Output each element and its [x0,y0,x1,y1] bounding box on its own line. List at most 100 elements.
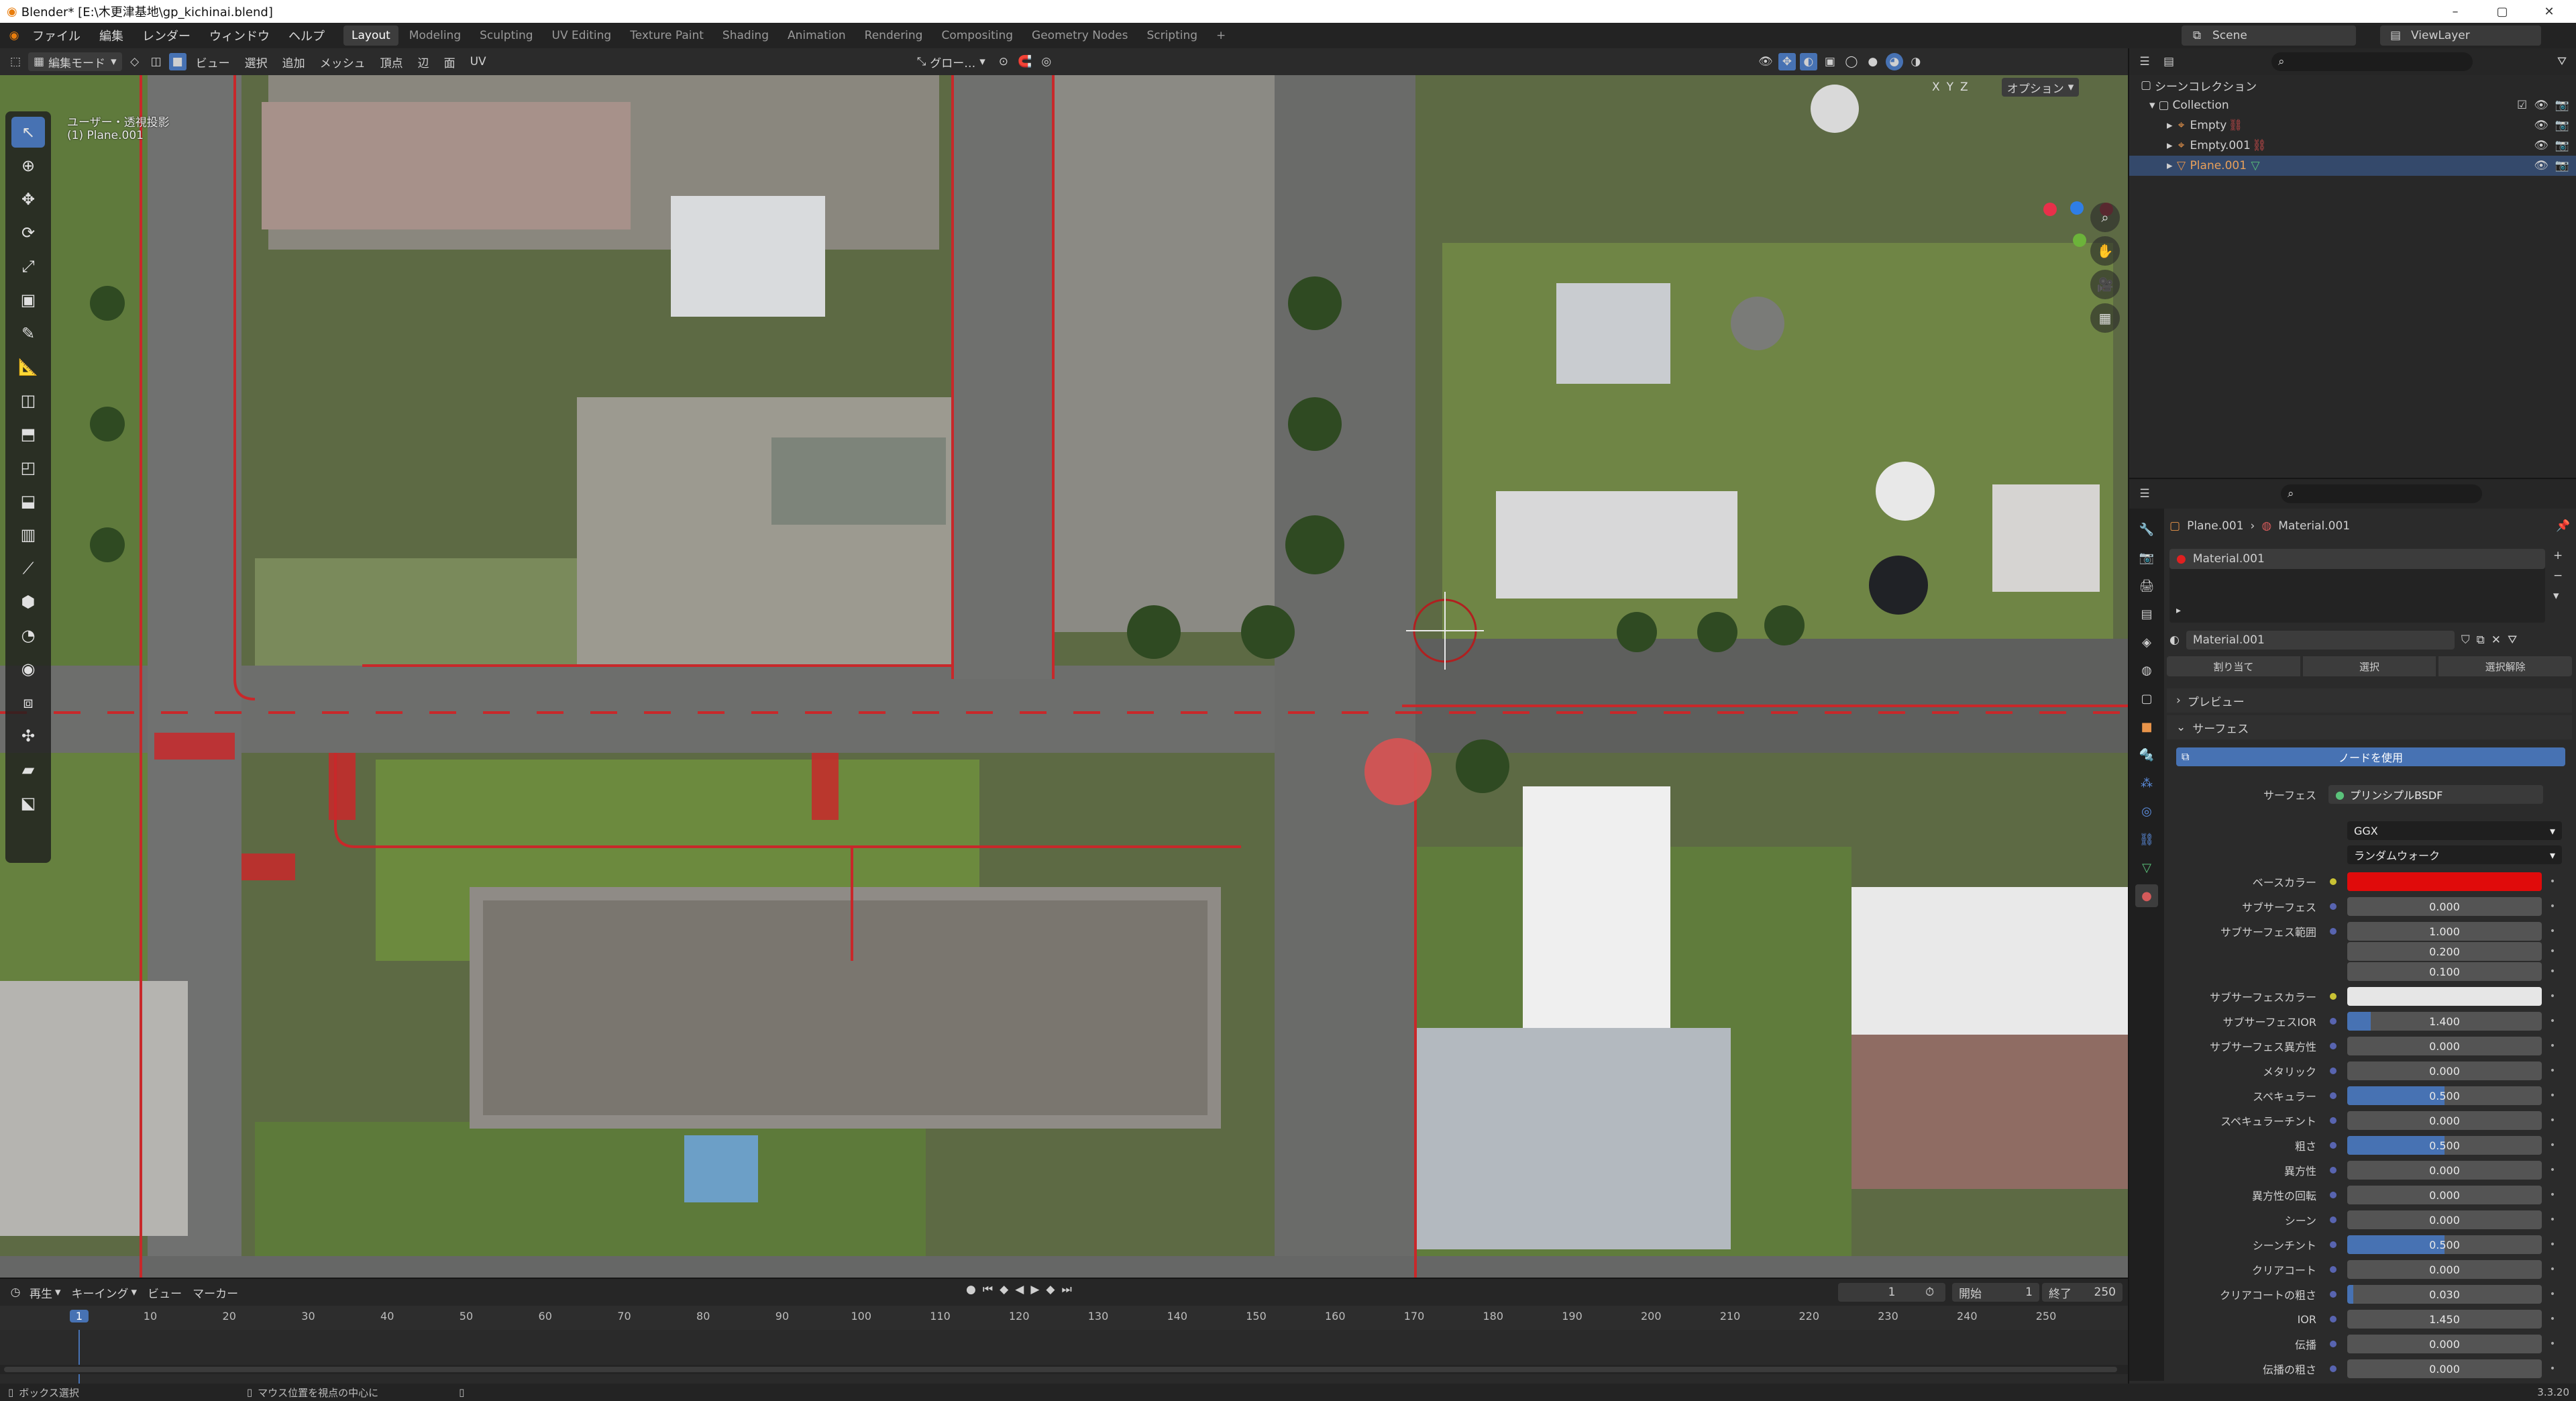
constraints-tab-icon[interactable]: ⛓ [2135,828,2158,851]
color-field[interactable] [2347,872,2542,891]
add-workspace-button[interactable]: + [1208,25,1234,46]
eye-icon[interactable]: 👁 [2534,159,2548,172]
menu-render[interactable]: レンダー [133,23,200,48]
vertex-select-icon[interactable]: ◇ [126,53,144,70]
filter-icon[interactable]: ⛛ [2553,53,2571,70]
socket-icon[interactable] [2328,1041,2338,1051]
checkbox-icon[interactable]: ☑ [2517,99,2527,112]
proportional-edit-icon[interactable]: ◎ [1038,53,1055,70]
maximize-button[interactable]: ▢ [2482,0,2522,23]
keyframe-dot-icon[interactable]: • [2547,1314,2558,1325]
start-frame-field[interactable]: 開始 1 [1952,1283,2039,1302]
stopwatch-icon[interactable]: ⏱ [1925,1286,1934,1299]
material-tab-icon[interactable]: ● [2135,884,2158,907]
socket-icon[interactable] [2328,1190,2338,1200]
keyframe-dot-icon[interactable]: • [2547,1041,2558,1051]
socket-icon[interactable] [2328,1265,2338,1274]
keyframe-dot-icon[interactable]: • [2547,1016,2558,1027]
face-select-icon[interactable]: ■ [168,53,186,70]
pin-icon[interactable]: 📌 [2556,519,2570,533]
eye-icon[interactable]: 👁 [2534,119,2548,132]
smooth-icon[interactable]: ◉ [11,654,45,684]
keyframe-dot-icon[interactable]: • [2547,1115,2558,1126]
socket-icon[interactable] [2328,1066,2338,1076]
value-slider[interactable]: 0.000 [2347,897,2542,916]
pan-hand-icon[interactable]: ✋ [2090,236,2120,266]
editor-type-icon[interactable]: ☰ [2136,485,2153,503]
clock-icon[interactable]: ◷ [7,1284,24,1301]
frame-ruler[interactable]: 1 10 20 30 40 50 60 70 80 90 100 110 120 130 140 150 160… [0,1306,2128,1330]
value-slider[interactable]: 0.000 [2347,1161,2542,1180]
value-slider[interactable]: 0.000 [2347,1061,2542,1080]
socket-icon[interactable] [2328,927,2338,936]
socket-icon[interactable] [2328,1116,2338,1125]
shrink-fatten-icon[interactable]: ✣ [11,721,45,751]
surface-panel-header[interactable]: ⌄ サーフェス [2167,715,2572,739]
play-icon[interactable]: ▶ [1030,1283,1039,1296]
options-dropdown[interactable]: オプション ▾ [2001,78,2080,97]
end-frame-field[interactable]: 終了 250 [2042,1283,2123,1302]
snap-icon[interactable]: 🧲 [1016,53,1034,70]
pivot-icon[interactable]: ⊙ [995,53,1012,70]
annotate-icon[interactable]: ✎ [11,318,45,349]
bevel-icon[interactable]: ⬓ [11,486,45,517]
play-reverse-icon[interactable]: ◀ [1015,1283,1024,1296]
keyframe-dot-icon[interactable]: • [2547,1339,2558,1349]
chevron-right-icon[interactable]: ▸ [2167,139,2173,152]
menu-mesh[interactable]: メッシュ [315,52,371,71]
playhead-line[interactable] [78,1330,80,1384]
poly-build-icon[interactable]: ⬢ [11,586,45,617]
axis-z-toggle[interactable]: Z [1960,81,1968,94]
scrollbar-thumb[interactable] [4,1367,2117,1372]
outliner-collection[interactable]: ▾ ▢ Collection ☑ 👁 📷 [2129,95,2576,115]
menu-view[interactable]: ビュー [191,52,235,71]
object-tab-icon[interactable]: ■ [2135,715,2158,738]
duplicate-icon[interactable]: ⧉ [2477,633,2485,647]
modifier-tab-icon[interactable]: 🔩 [2135,743,2158,766]
material-name-field[interactable]: Material.001 [2186,631,2455,650]
chevron-down-icon[interactable]: ▾ [2149,99,2155,112]
camera-icon[interactable]: 🎥 [2090,270,2120,299]
tab-layout[interactable]: Layout [343,25,398,46]
value-slider[interactable]: 0.000 [2347,1359,2542,1378]
rendered-shading-icon[interactable]: ◑ [1907,53,1925,70]
collection-tab-icon[interactable]: ▢ [2135,687,2158,710]
outliner-scene-collection[interactable]: ▢ シーンコレクション [2129,75,2576,95]
mode-selector[interactable]: ▦ 編集モード ▾ [28,52,122,71]
visibility-icon[interactable]: 👁 [1757,53,1774,70]
keyframe-dot-icon[interactable]: • [2547,1090,2558,1101]
gizmo-toggle-icon[interactable]: ✥ [1778,53,1796,70]
color-field[interactable] [2347,987,2542,1006]
keyframe-dot-icon[interactable]: • [2547,1289,2558,1300]
keyframe-dot-icon[interactable]: • [2547,1190,2558,1200]
transform-icon[interactable]: ▣ [11,284,45,315]
keyframe-dot-icon[interactable]: • [2547,926,2558,937]
keyframe-dot-icon[interactable]: • [2547,1214,2558,1225]
socket-icon[interactable] [2328,1017,2338,1026]
tab-modeling[interactable]: Modeling [401,25,469,46]
menu-add[interactable]: 追加 [277,52,311,71]
x-axis-icon[interactable] [2043,203,2057,216]
tab-scripting[interactable]: Scripting [1138,25,1205,46]
menu-playback[interactable]: 再生 ▾ [24,1283,66,1302]
camera-icon[interactable]: 📷 [2555,99,2569,112]
fake-user-icon[interactable]: ⛉ [2461,633,2470,647]
material-shading-icon[interactable]: ◕ [1885,53,1903,70]
keyframe-dot-icon[interactable]: • [2547,1066,2558,1076]
knife-icon[interactable]: ⟋ [11,553,45,584]
render-tab-icon[interactable]: 📷 [2135,546,2158,569]
keyframe-dot-icon[interactable]: • [2547,1363,2558,1374]
jump-end-icon[interactable]: ⏭ [1061,1283,1071,1296]
timeline-scrollbar[interactable] [0,1365,2128,1374]
jump-start-icon[interactable]: ⏮ [983,1283,993,1296]
subsurface-method-dropdown[interactable]: ランダムウォーク ▾ [2347,845,2562,864]
keyframe-dot-icon[interactable]: • [2547,1239,2558,1250]
tool-tab-icon[interactable]: 🔧 [2135,518,2158,541]
outliner-item-plane-001[interactable]: ▸ ▽ Plane.001 ▽ 👁 📷 [2129,156,2576,176]
physics-tab-icon[interactable]: ◎ [2135,800,2158,823]
transform-orientation[interactable]: ⤡ グロー… ▾ [912,52,991,71]
move-icon[interactable]: ✥ [11,184,45,215]
socket-icon[interactable] [2328,1240,2338,1249]
keyframe-dot-icon[interactable]: • [2547,991,2558,1002]
camera-icon[interactable]: 📷 [2555,159,2569,172]
